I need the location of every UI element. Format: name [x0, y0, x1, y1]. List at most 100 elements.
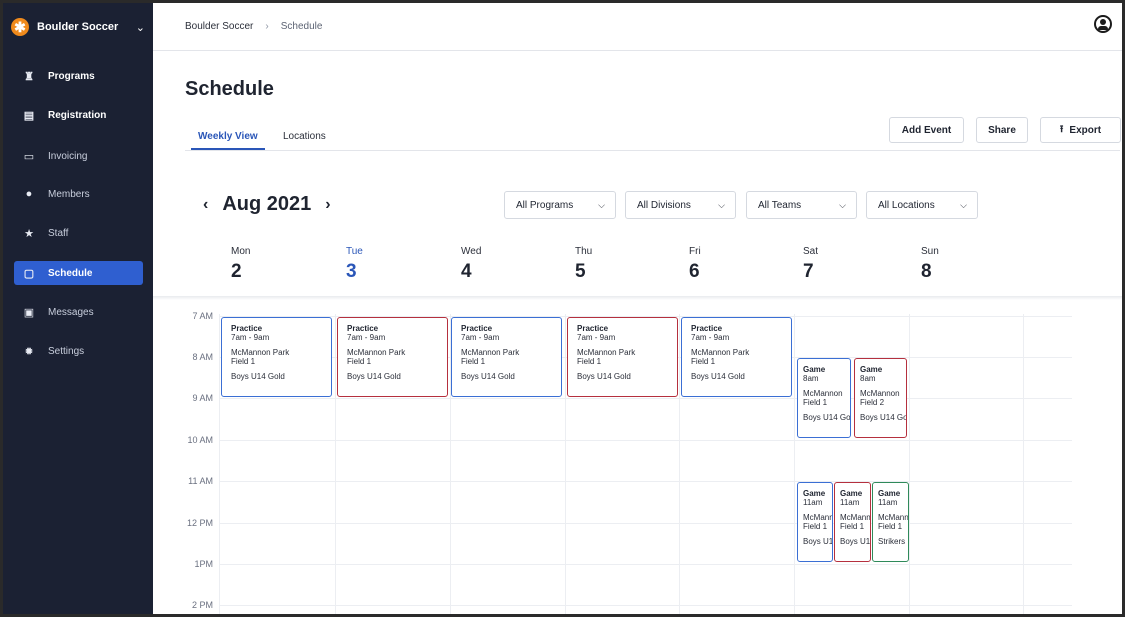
event-card-sat-game[interactable]: Game 11am McMannonField 1 Boys U14	[797, 482, 833, 562]
event-team: Boys U14	[803, 537, 833, 546]
sidebar-item-schedule[interactable]: ▢ Schedule	[14, 261, 143, 285]
event-card-sat-game[interactable]: Game 11am McMannonField 1 Strikers	[872, 482, 909, 562]
hour-label: 2 PM	[191, 600, 213, 610]
month-navigator: ‹ Aug 2021 ›	[203, 193, 331, 216]
filter-label: All Locations	[878, 199, 935, 211]
tab-weekly-view[interactable]: Weekly View	[198, 131, 258, 142]
chevron-right-icon[interactable]: ›	[325, 196, 330, 214]
hour-label: 9 AM	[192, 393, 213, 403]
breadcrumb-root[interactable]: Boulder Soccer	[185, 21, 253, 32]
hour-label: 11 AM	[188, 476, 213, 486]
sidebar-item-label: Staff	[48, 227, 69, 239]
filter-teams[interactable]: All Teams ⌵	[746, 191, 857, 219]
sidebar-item-staff[interactable]: ★ Staff	[14, 221, 143, 245]
day-number: 8	[921, 261, 932, 282]
chevron-down-icon: ⌵	[960, 200, 967, 210]
org-switcher[interactable]: ✱ Boulder Soccer ⌄	[11, 15, 145, 39]
day-column-divider	[679, 314, 680, 614]
event-location: McMannon Park Field 1	[347, 348, 406, 366]
day-header-sat[interactable]: Sat 7	[803, 246, 863, 283]
filter-divisions[interactable]: All Divisions ⌵	[625, 191, 736, 219]
event-title: Practice	[691, 324, 723, 333]
hour-label: 7 AM	[192, 311, 213, 321]
event-location: McMannon Park Field 1	[231, 348, 290, 366]
day-header-wed[interactable]: Wed 4	[461, 246, 521, 283]
share-button[interactable]: Share	[976, 117, 1028, 143]
breadcrumb: Boulder Soccer › Schedule	[185, 21, 322, 32]
sidebar-item-registration[interactable]: ▤ Registration	[14, 103, 143, 127]
event-team: Boys U14 Gold	[860, 413, 907, 422]
chevron-left-icon[interactable]: ‹	[203, 196, 208, 214]
hour-label: 10 AM	[187, 435, 213, 445]
sidebar-item-invoicing[interactable]: ▭ Invoicing	[14, 144, 143, 168]
day-column-divider	[909, 314, 910, 614]
sidebar-item-label: Settings	[48, 345, 85, 357]
filter-locations[interactable]: All Locations ⌵	[866, 191, 978, 219]
event-title: Game	[803, 365, 826, 374]
day-header-fri[interactable]: Fri 6	[689, 246, 749, 283]
event-team: Boys U14 Gold	[461, 372, 515, 381]
event-title: Game	[878, 489, 901, 498]
day-header-mon[interactable]: Mon 2	[231, 246, 291, 283]
event-title: Game	[803, 489, 826, 498]
sidebar-item-settings[interactable]: ✹ Settings	[14, 339, 143, 363]
person-icon: ●	[25, 188, 33, 200]
filter-programs[interactable]: All Programs ⌵	[504, 191, 616, 219]
filter-label: All Divisions	[637, 199, 691, 211]
add-event-button[interactable]: Add Event	[889, 117, 964, 143]
event-team: Boys U14 Gold	[803, 413, 851, 422]
day-column-divider	[219, 314, 220, 614]
user-account-icon[interactable]	[1094, 15, 1112, 33]
event-time: 7am - 9am	[347, 333, 386, 342]
event-time: 7am - 9am	[691, 333, 730, 342]
day-name: Mon	[231, 246, 251, 257]
day-number: 4	[461, 261, 472, 282]
export-button[interactable]: ⭱ Export	[1040, 117, 1121, 143]
tab-locations[interactable]: Locations	[283, 131, 326, 142]
event-title: Practice	[577, 324, 609, 333]
event-location: McMannonField 1	[878, 513, 909, 531]
event-location: McMannon Park Field 1	[461, 348, 520, 366]
event-card-sat-game[interactable]: Game 11am McMannonField 1 Boys U14	[834, 482, 871, 562]
sidebar-item-messages[interactable]: ▣ Messages	[14, 300, 143, 324]
sidebar-item-programs[interactable]: ♜ Programs	[14, 64, 143, 88]
filter-label: All Programs	[516, 199, 574, 211]
breadcrumb-separator: ›	[265, 21, 269, 32]
event-card-thu-practice[interactable]: Practice 7am - 9am McMannon Park Field 1 …	[567, 317, 678, 397]
day-column-divider	[1023, 314, 1024, 614]
day-header-sun[interactable]: Sun 8	[921, 246, 981, 283]
event-time: 7am - 9am	[231, 333, 270, 342]
event-location: McMannonField 1	[840, 513, 871, 531]
hour-label: 1PM	[194, 559, 213, 569]
event-time: 8am	[860, 374, 876, 383]
event-card-mon-practice[interactable]: Practice 7am - 9am McMannon Park Field 1 …	[221, 317, 332, 397]
hour-gridline	[219, 523, 1072, 524]
org-logo-icon: ✱	[11, 18, 29, 36]
event-title: Practice	[347, 324, 379, 333]
day-name: Tue	[346, 246, 363, 257]
day-name: Thu	[575, 246, 593, 257]
day-header-tue[interactable]: Tue 3	[346, 246, 406, 283]
event-title: Game	[860, 365, 883, 374]
credit-card-icon: ▭	[23, 150, 35, 163]
hour-gridline	[219, 605, 1072, 606]
event-card-tue-practice[interactable]: Practice 7am - 9am McMannon Park Field 1 …	[337, 317, 448, 397]
day-column-divider	[565, 314, 566, 614]
sidebar-item-label: Registration	[48, 109, 107, 121]
event-card-sat-game[interactable]: Game 8am McMannonField 1 Boys U14 Gold	[797, 358, 851, 438]
event-card-sat-game[interactable]: Game 8am McMannonField 2 Boys U14 Gold	[854, 358, 907, 438]
sidebar-item-label: Programs	[48, 70, 95, 82]
active-tab-indicator	[191, 148, 265, 150]
org-name: Boulder Soccer	[37, 21, 119, 33]
upload-icon: ⭱	[1059, 123, 1064, 135]
top-bar: Boulder Soccer › Schedule	[153, 3, 1122, 51]
day-column-divider	[794, 314, 795, 614]
event-time: 11am	[878, 498, 898, 507]
app-window: ✱ Boulder Soccer ⌄ ♜ Programs ▤ Registra…	[0, 0, 1125, 617]
day-number: 5	[575, 261, 586, 282]
sidebar-item-members[interactable]: ● Members	[14, 182, 143, 206]
event-card-fri-practice[interactable]: Practice 7am - 9am McMannon Park Field 1 …	[681, 317, 792, 397]
event-time: 8am	[803, 374, 819, 383]
event-card-wed-practice[interactable]: Practice 7am - 9am McMannon Park Field 1 …	[451, 317, 562, 397]
day-header-thu[interactable]: Thu 5	[575, 246, 635, 283]
